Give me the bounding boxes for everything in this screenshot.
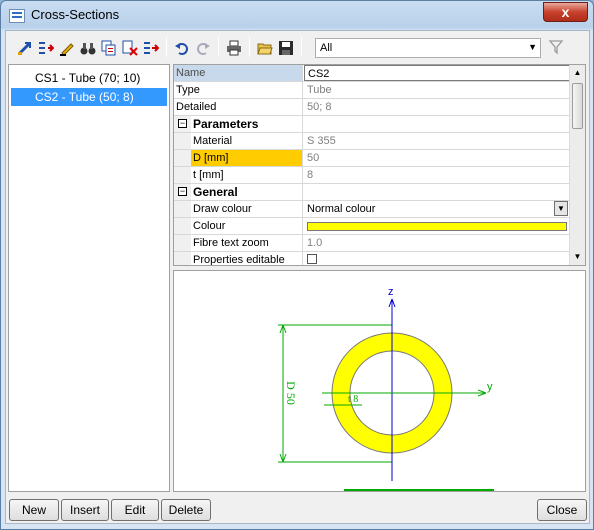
property-row-editable[interactable]: Properties editable <box>174 252 570 265</box>
property-value[interactable]: S 355 <box>304 133 570 149</box>
property-value[interactable]: 1.0 <box>304 235 570 251</box>
edit-button[interactable]: Edit <box>111 499 159 521</box>
property-value: Tube <box>307 84 332 96</box>
toolbar-separator <box>166 37 167 57</box>
property-row-t[interactable]: t [mm] 8 <box>174 167 570 184</box>
property-row-d[interactable]: D [mm] 50 <box>174 150 570 167</box>
property-label: Properties editable <box>191 252 303 265</box>
save-icon[interactable] <box>277 39 295 57</box>
chevron-down-icon[interactable]: ▼ <box>554 201 568 216</box>
property-label: Type <box>174 82 303 98</box>
collapse-icon[interactable]: − <box>178 187 187 196</box>
chevron-down-icon[interactable]: ▼ <box>528 42 537 52</box>
insert-button[interactable]: Insert <box>61 499 109 521</box>
list-item[interactable]: CS1 - Tube (70; 10) <box>11 69 167 87</box>
property-value[interactable]: 8 <box>304 167 570 183</box>
property-row-material[interactable]: Material S 355 <box>174 133 570 150</box>
colour-picker[interactable] <box>304 218 570 234</box>
property-label: Name <box>174 65 303 81</box>
row-gutter <box>174 235 191 251</box>
z-axis-label: z <box>388 286 394 298</box>
funnel-icon[interactable] <box>548 39 564 55</box>
property-grid-scrollbar[interactable]: ▲ ▼ <box>569 65 585 265</box>
export-icon[interactable] <box>142 39 160 57</box>
property-row-type[interactable]: Type Tube <box>174 82 570 99</box>
property-row-colour[interactable]: Colour <box>174 218 570 235</box>
property-row-fibre[interactable]: Fibre text zoom 1.0 <box>174 235 570 252</box>
scroll-thumb[interactable] <box>572 83 583 129</box>
cross-section-list[interactable]: CS1 - Tube (70; 10) CS2 - Tube (50; 8) <box>8 64 170 492</box>
binoculars-icon[interactable] <box>79 39 97 57</box>
scroll-up-icon[interactable]: ▲ <box>570 65 585 81</box>
toolbar-separator <box>218 37 219 57</box>
dialog-client-area: All ▼ CS1 - Tube (70; 10) CS2 - Tube (50… <box>5 30 590 524</box>
toolbar: All ▼ <box>6 31 589 63</box>
edit-icon[interactable] <box>58 39 76 57</box>
copy-icon[interactable] <box>100 39 118 57</box>
property-label: Fibre text zoom <box>191 235 303 251</box>
property-label: Material <box>191 133 303 149</box>
insert-icon[interactable] <box>37 39 55 57</box>
row-gutter <box>174 133 191 149</box>
y-axis-label: y <box>487 381 493 393</box>
editable-checkbox[interactable] <box>307 254 317 265</box>
redo-icon[interactable] <box>194 39 212 57</box>
cross-section-drawing: D 50 z y t 8 <box>173 270 586 492</box>
draw-colour-value: Normal colour <box>307 203 376 215</box>
row-gutter <box>174 201 191 217</box>
new-button[interactable]: New <box>9 499 59 521</box>
section-title: Parameters <box>191 116 303 132</box>
window-icon <box>9 9 25 23</box>
delete-button[interactable]: Delete <box>161 499 211 521</box>
cross-section-canvas: D 50 z y t 8 <box>278 286 494 491</box>
row-gutter <box>174 150 191 166</box>
title-bar[interactable]: Cross-Sections x <box>1 1 593 29</box>
print-icon[interactable] <box>225 39 243 57</box>
toolbar-separator <box>249 37 250 57</box>
row-gutter <box>174 167 191 183</box>
colour-swatch <box>307 222 567 231</box>
open-folder-icon[interactable] <box>256 39 274 57</box>
window-close-button[interactable]: x <box>543 2 588 22</box>
row-gutter <box>174 218 191 234</box>
name-input[interactable]: CS2 <box>304 65 570 81</box>
property-label: Detailed <box>174 99 303 115</box>
window-title: Cross-Sections <box>31 7 120 22</box>
property-value[interactable]: 50 <box>304 150 570 166</box>
parameters-section-header[interactable]: − Parameters <box>174 116 570 133</box>
list-item[interactable]: CS2 - Tube (50; 8) <box>11 88 167 106</box>
scroll-down-icon[interactable]: ▼ <box>570 249 585 265</box>
thickness-label: t 8 <box>348 394 358 405</box>
property-row-draw-colour[interactable]: Draw colour Normal colour ▼ <box>174 201 570 218</box>
property-row-detailed[interactable]: Detailed 50; 8 <box>174 99 570 116</box>
draw-colour-select[interactable]: Normal colour ▼ <box>304 201 570 217</box>
property-value: 50; 8 <box>307 101 332 113</box>
row-gutter: − <box>174 116 191 132</box>
row-gutter <box>174 252 191 265</box>
editable-checkbox-cell[interactable] <box>304 252 570 265</box>
diameter-label: D 50 <box>284 381 298 405</box>
property-label: Colour <box>191 218 303 234</box>
filter-combo-value: All <box>320 42 333 54</box>
row-gutter: − <box>174 184 191 200</box>
close-button[interactable]: Close <box>537 499 587 521</box>
property-grid: Name CS2 Type Tube Detailed 50; 8 − Para… <box>173 64 586 266</box>
general-section-header[interactable]: − General <box>174 184 570 201</box>
filter-combo[interactable]: All ▼ <box>315 38 541 58</box>
delete-icon[interactable] <box>121 39 139 57</box>
property-row-name[interactable]: Name CS2 <box>174 65 570 82</box>
cross-sections-window: Cross-Sections x All ▼ CS1 - Tube (70; 1… <box>0 0 594 530</box>
property-label: D [mm] <box>191 150 303 166</box>
section-title: General <box>191 184 303 200</box>
property-label: Draw colour <box>191 201 303 217</box>
toolbar-separator <box>301 37 302 57</box>
property-label: t [mm] <box>191 167 303 183</box>
undo-icon[interactable] <box>173 39 191 57</box>
add-section-icon[interactable] <box>16 39 34 57</box>
collapse-icon[interactable]: − <box>178 119 187 128</box>
